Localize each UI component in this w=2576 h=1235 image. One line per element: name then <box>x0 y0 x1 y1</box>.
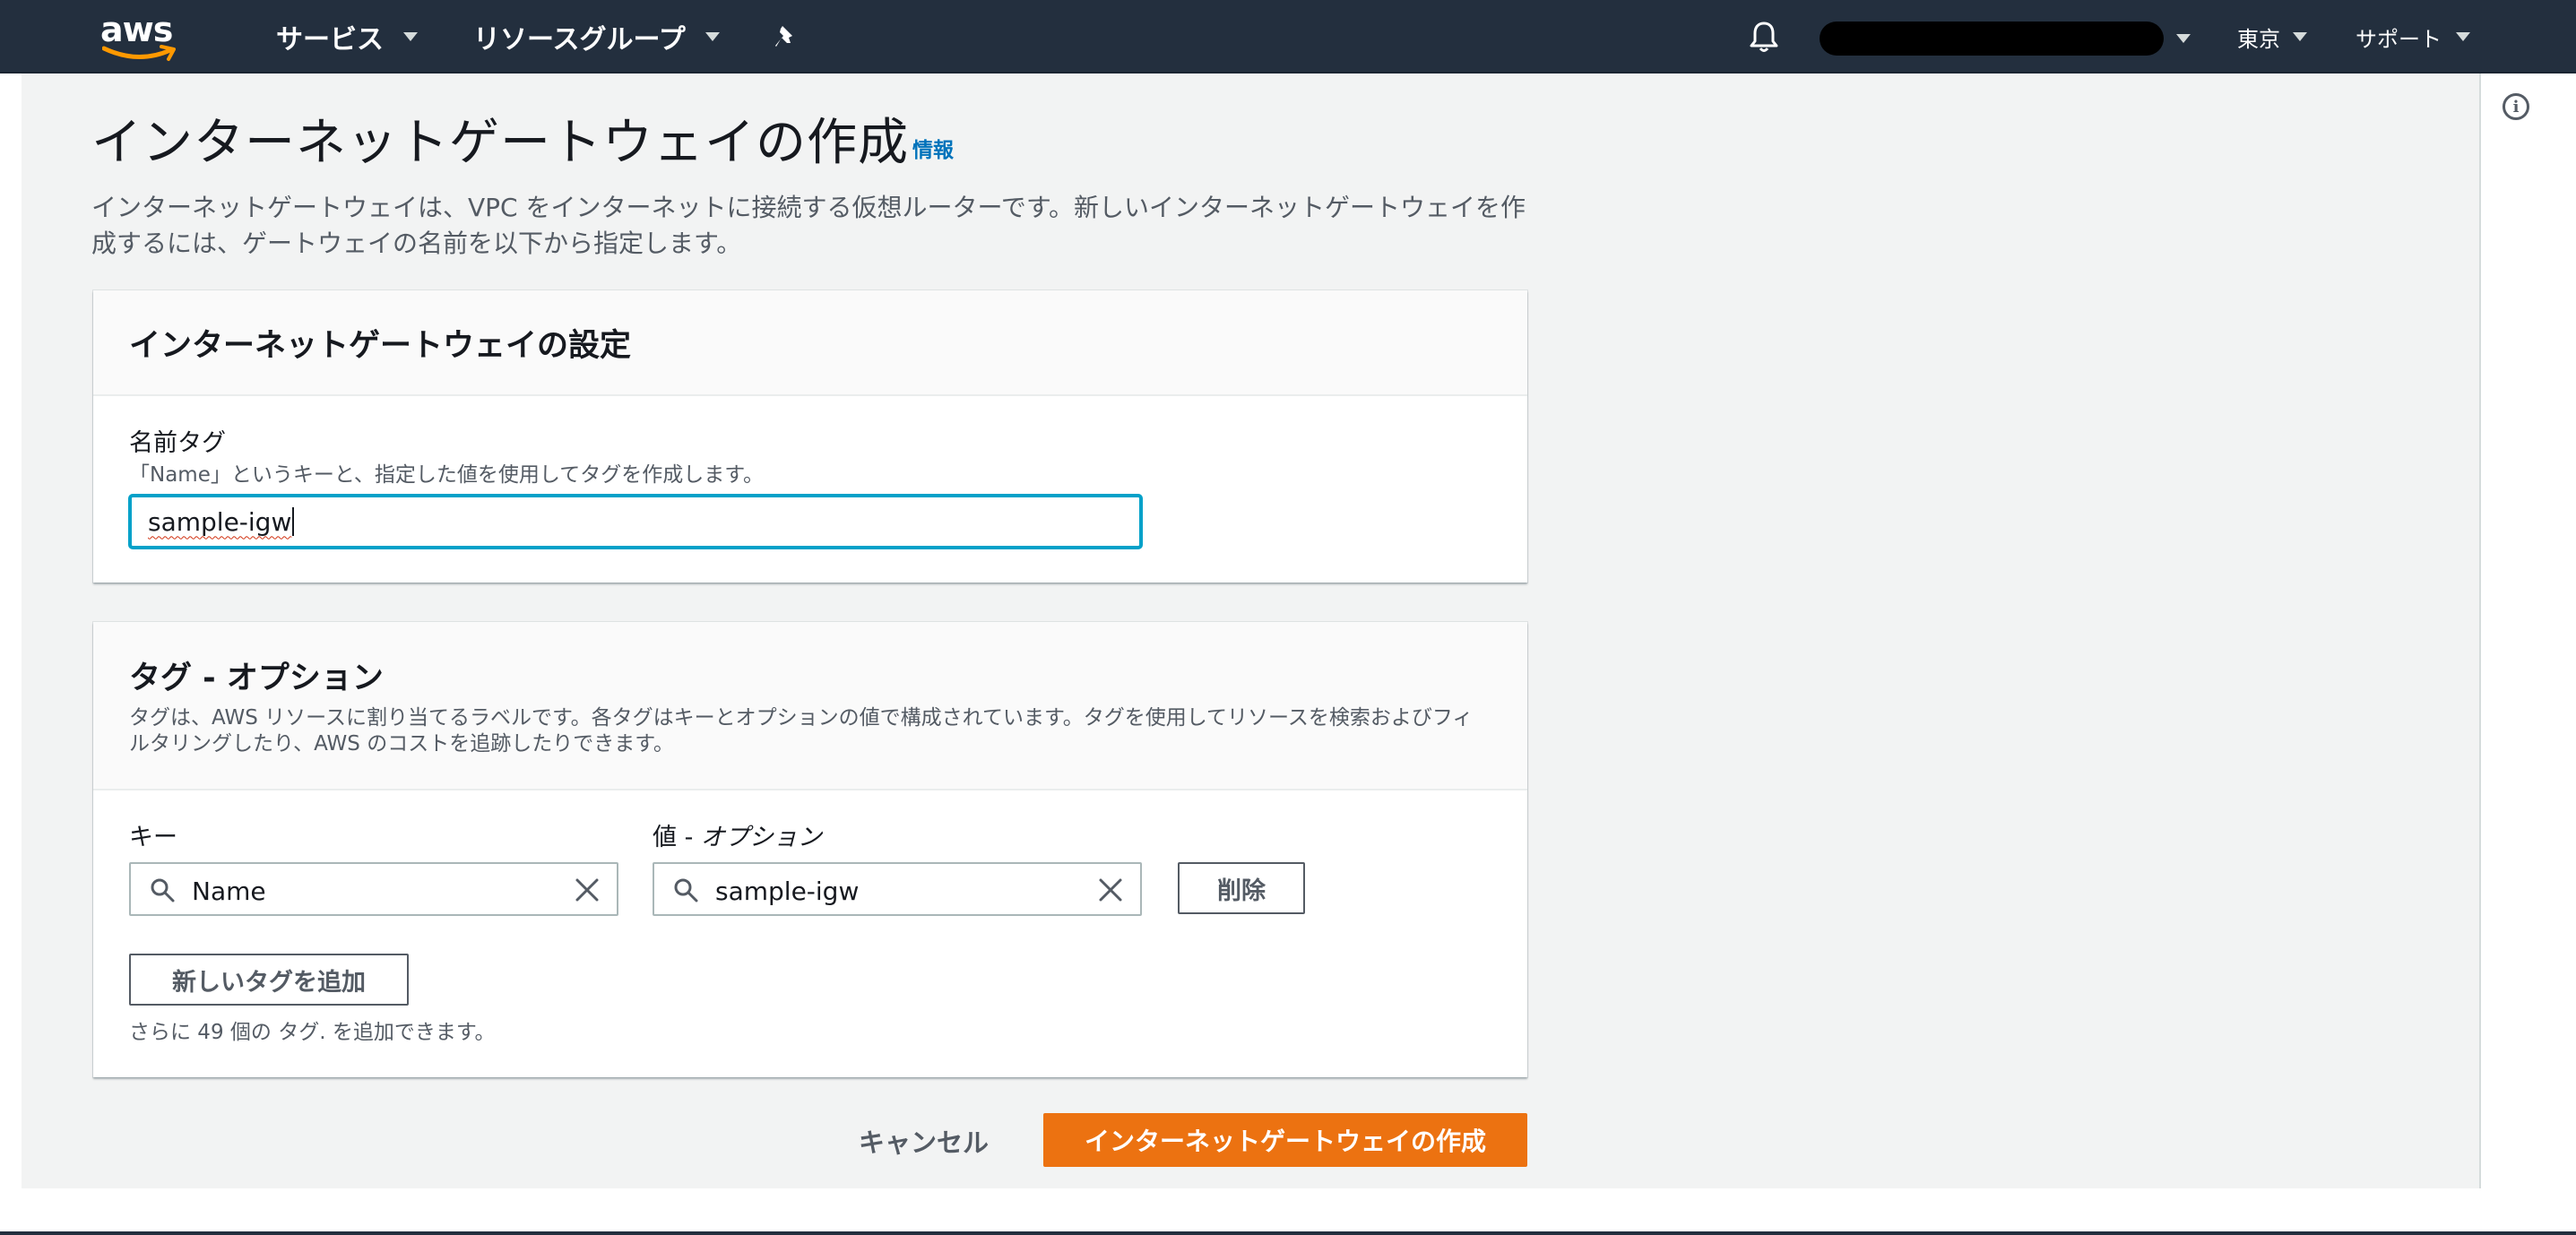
tags-panel-description: タグは、AWS リソースに割り当てるラベルです。各タグはキーとオプションの値で構… <box>129 706 1474 756</box>
settings-panel-header: インターネットゲートウェイの設定 <box>93 290 1527 396</box>
clear-icon[interactable] <box>1097 877 1124 903</box>
search-icon <box>151 878 175 902</box>
tag-key-input[interactable]: Name <box>129 862 618 916</box>
remove-tag-button[interactable]: 削除 <box>1178 862 1305 914</box>
tag-value-label-prefix: 値 - <box>653 824 701 851</box>
name-tag-label: 名前タグ <box>129 429 226 457</box>
info-link[interactable]: 情報 <box>912 133 954 163</box>
bottom-strip <box>0 1188 2576 1235</box>
name-tag-input-value: sample-igw <box>148 506 292 537</box>
text-cursor <box>292 507 295 536</box>
tag-value-label: 値 - オプション <box>653 817 822 852</box>
chevron-down-icon <box>705 32 720 41</box>
name-tag-description: 「Name」というキーと、指定した値を使用してタグを作成します。 <box>129 463 764 487</box>
search-icon <box>674 878 698 902</box>
aws-logo[interactable]: aws <box>100 13 181 61</box>
tag-value-label-optional: オプション <box>700 824 822 851</box>
add-tag-button[interactable]: 新しいタグを追加 <box>129 954 409 1006</box>
tag-value-value: sample-igw <box>715 877 860 906</box>
chevron-down-icon <box>2456 32 2470 41</box>
bell-icon[interactable] <box>1748 20 1780 54</box>
settings-panel-title: インターネットゲートウェイの設定 <box>129 327 632 364</box>
tags-panel-header: タグ - オプション タグは、AWS リソースに割り当てるラベルです。各タグはキ… <box>93 622 1527 790</box>
aws-logo-text: aws <box>100 10 173 49</box>
chevron-down-icon[interactable] <box>2176 34 2191 43</box>
tags-panel-title: タグ - オプション <box>129 661 384 696</box>
chevron-down-icon <box>403 32 418 41</box>
tag-key-label: キー <box>129 824 177 851</box>
nav-support-menu[interactable]: サポート <box>2356 0 2470 73</box>
create-internet-gateway-button[interactable]: インターネットゲートウェイの作成 <box>1043 1113 1527 1167</box>
bottom-border <box>0 1231 2576 1235</box>
nav-resource-groups-label: リソースグループ <box>473 24 686 56</box>
clear-icon[interactable] <box>574 877 601 903</box>
tag-key-value: Name <box>192 877 266 906</box>
tags-panel: タグ - オプション タグは、AWS リソースに割り当てるラベルです。各タグはキ… <box>93 622 1527 1077</box>
settings-panel: インターネットゲートウェイの設定 名前タグ 「Name」というキーと、指定した値… <box>93 290 1527 583</box>
remaining-tags-hint: さらに 49 個の タグ. を追加できます。 <box>129 1021 496 1044</box>
name-tag-input[interactable]: sample-igw <box>129 495 1142 548</box>
help-panel-rail <box>2479 73 2576 1235</box>
page-title: インターネットゲートウェイの作成 <box>91 114 909 172</box>
page-description: インターネットゲートウェイは、VPC をインターネットに接続する仮想ルーターです… <box>91 193 1526 258</box>
nav-support-label: サポート <box>2356 26 2442 52</box>
pin-icon[interactable] <box>773 23 800 50</box>
chevron-down-icon <box>2293 32 2307 41</box>
tag-value-input[interactable]: sample-igw <box>653 862 1142 916</box>
nav-region-label: 東京 <box>2237 26 2280 52</box>
aws-smile-icon <box>102 45 176 61</box>
nav-services-label: サービス <box>276 24 384 56</box>
info-icon[interactable]: i <box>2503 93 2529 120</box>
nav-region-menu[interactable]: 東京 <box>2237 0 2307 73</box>
nav-resource-groups-menu[interactable]: リソースグループ <box>473 0 720 73</box>
cancel-button[interactable]: キャンセル <box>859 1122 989 1160</box>
top-navigation: aws サービス リソースグループ 東京 サポート <box>0 0 2576 73</box>
nav-services-menu[interactable]: サービス <box>276 0 418 73</box>
account-menu-redacted[interactable] <box>1820 22 2164 56</box>
